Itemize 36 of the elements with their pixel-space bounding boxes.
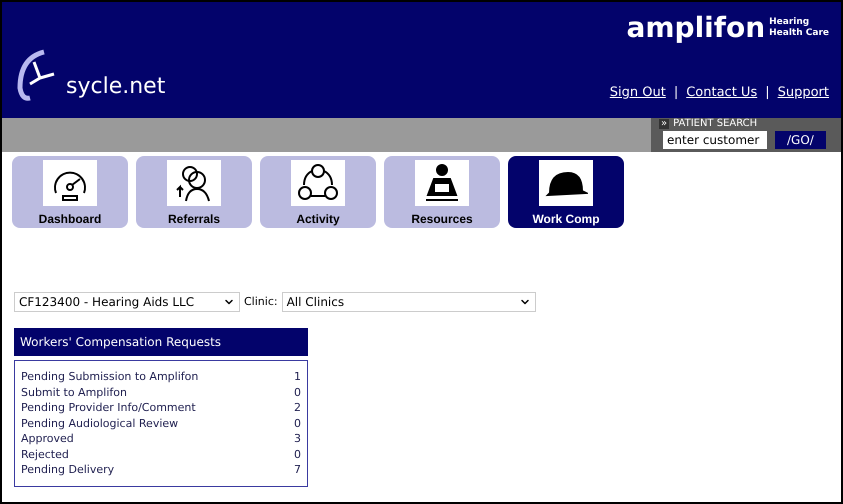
request-link[interactable]: Approved bbox=[21, 431, 74, 446]
request-count: 0 bbox=[294, 384, 301, 400]
request-link[interactable]: Rejected bbox=[21, 446, 69, 462]
nav-tab[interactable]: Activity bbox=[260, 156, 376, 228]
brand-tagline: Hearing Health Care bbox=[769, 16, 829, 40]
search-field[interactable]: enter customer bbox=[663, 131, 767, 149]
request-link[interactable]: Pending Provider Info/Comment bbox=[21, 400, 196, 416]
request-count: 1 bbox=[294, 369, 301, 384]
clinic-select[interactable]: All Clinics bbox=[282, 292, 536, 312]
request-count: 0 bbox=[294, 446, 301, 462]
request-count: 0 bbox=[294, 416, 301, 431]
request-count: 3 bbox=[294, 431, 301, 446]
header-link[interactable]: Sign Out bbox=[610, 82, 666, 102]
header-link[interactable]: Contact Us bbox=[686, 82, 758, 102]
header-link[interactable]: Support bbox=[778, 82, 829, 102]
request-count: 7 bbox=[294, 462, 301, 478]
request-link[interactable]: Submit to Amplifon bbox=[21, 384, 127, 400]
nav-tab[interactable]: Referrals bbox=[136, 156, 252, 228]
panel-title: Workers' Compensation Requests bbox=[14, 328, 308, 356]
request-link[interactable]: Pending Submission to Amplifon bbox=[21, 369, 198, 384]
brand-logo: amplifon bbox=[626, 14, 766, 42]
request-link[interactable]: Pending Delivery bbox=[21, 462, 114, 478]
nav-tab[interactable]: Work Comp bbox=[508, 156, 624, 228]
logo-text: sycle.net bbox=[66, 72, 166, 100]
request-link[interactable]: Pending Audiological Review bbox=[21, 416, 178, 431]
search-marker: » bbox=[659, 119, 670, 129]
go-button[interactable]: /GO/ bbox=[775, 131, 826, 149]
clinic-label: Clinic: bbox=[244, 294, 278, 310]
link-separator: | bbox=[674, 84, 678, 102]
nav-tab[interactable]: Dashboard bbox=[12, 156, 128, 228]
link-separator: | bbox=[765, 84, 770, 102]
search-label: PATIENT SEARCH bbox=[673, 119, 758, 129]
cycle-icon bbox=[296, 163, 340, 203]
request-count: 2 bbox=[294, 400, 301, 416]
account-select[interactable]: CF123400 - Hearing Aids LLC bbox=[14, 292, 240, 312]
nav-tab[interactable]: Resources bbox=[384, 156, 500, 228]
